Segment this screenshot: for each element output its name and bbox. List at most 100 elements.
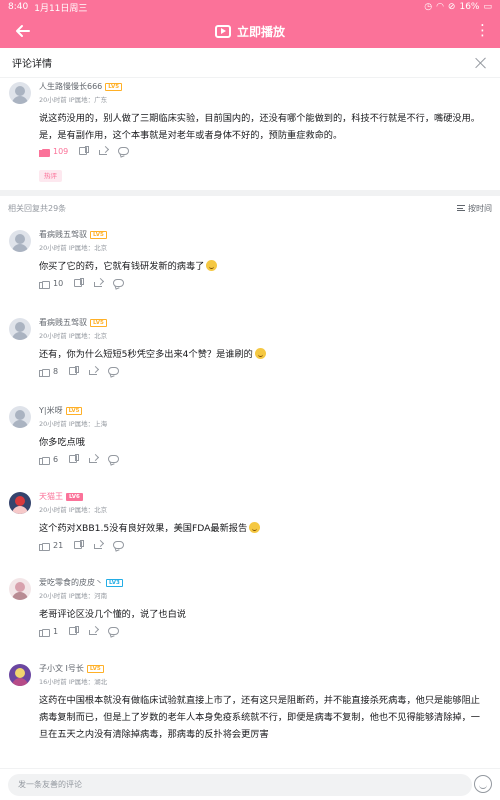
- main-comment-text: 说这药没用的，别人做了三期临床实验，目前国内的，还没有哪个能做到的，科技不行就是…: [39, 113, 480, 141]
- share-button[interactable]: [93, 278, 103, 288]
- replies-count: 相关回复共29条: [8, 203, 67, 213]
- reply-button[interactable]: [118, 146, 130, 156]
- avatar[interactable]: [9, 318, 31, 340]
- share-icon: [88, 454, 98, 464]
- comment-input[interactable]: 发一条友善的评论: [8, 774, 472, 796]
- dislike-button[interactable]: [73, 540, 85, 550]
- main-comment-actions: 109: [39, 146, 130, 157]
- avatar[interactable]: [9, 230, 31, 252]
- level-badge: LV5: [65, 406, 83, 415]
- reply-icon: [108, 626, 120, 636]
- like-button[interactable]: 6: [39, 454, 58, 465]
- level-badge: LV5: [86, 664, 104, 673]
- hot-comment-tag: 热评: [39, 170, 62, 182]
- main-comment: 人生路慢慢长666 LV5 20小时前 IP属地：广东 说这药没用的，别人做了三…: [0, 78, 500, 190]
- play-now-button[interactable]: 立即播放: [214, 23, 285, 40]
- reply-username[interactable]: Y|米呀 LV5: [39, 405, 83, 416]
- reply-text: 老哥评论区没几个懂的，说了也白说: [39, 609, 186, 620]
- reply-actions: 6: [39, 454, 120, 465]
- reply-meta: 20小时前 IP属地：北京: [39, 244, 108, 252]
- reply-item: Y|米呀 LV5 20小时前 IP属地：上海 你多吃点哦 6: [0, 402, 500, 474]
- avatar[interactable]: [9, 578, 31, 600]
- reply-text: 你多吃点哦: [39, 437, 85, 448]
- dislike-button[interactable]: [68, 366, 80, 376]
- wifi-icon: ◠: [436, 2, 444, 12]
- reply-text: 你买了它的药，它就有钱研发新的病毒了: [39, 258, 489, 275]
- top-bar: 立即播放 ⋮: [0, 14, 500, 48]
- reply-item: 看病贱五驾驭 LV5 20小时前 IP属地：北京 还有，你为什么短短5秒凭空多出来…: [0, 314, 500, 386]
- sort-button[interactable]: 按时间: [457, 203, 492, 214]
- more-menu-icon[interactable]: ⋮: [475, 21, 490, 39]
- share-icon: [98, 146, 108, 156]
- avatar[interactable]: [9, 406, 31, 428]
- battery-icon: ▭: [483, 2, 492, 12]
- dislike-button[interactable]: [73, 278, 85, 288]
- sort-icon: [457, 205, 465, 211]
- avatar[interactable]: [9, 492, 31, 514]
- reply-username[interactable]: 看病贱五驾驭 LV5: [39, 229, 107, 240]
- battery-percent: 16%: [459, 2, 480, 12]
- section-divider: [0, 190, 500, 196]
- reply-text: 这个药对XBB1.5没有良好效果，美国FDA最新报告: [39, 520, 489, 537]
- thumb-down-icon: [68, 626, 80, 636]
- avatar[interactable]: [9, 82, 31, 104]
- reply-button[interactable]: [108, 626, 120, 636]
- reply-meta: 20小时前 IP属地：上海: [39, 420, 108, 428]
- back-arrow-icon[interactable]: [12, 20, 34, 42]
- thumb-down-icon: [68, 454, 80, 464]
- reply-item: 爱吃零食的皮皮丶 LV3 20小时前 IP属地：河南 老哥评论区没几个懂的，说了也…: [0, 574, 500, 646]
- dislike-button[interactable]: [68, 454, 80, 464]
- reply-button[interactable]: [108, 366, 120, 376]
- reply-text: 还有，你为什么短短5秒凭空多出来4个赞？是谁刷的: [39, 346, 489, 363]
- comment-input-bar: 发一条友善的评论: [0, 768, 500, 800]
- reply-icon: [108, 454, 120, 464]
- reply-text: 这药在中国根本就没有做临床试验就直接上市了，还有这只是阻断药，并不能直接杀死病毒…: [39, 695, 480, 740]
- reply-button[interactable]: [113, 540, 125, 550]
- share-button[interactable]: [88, 366, 98, 376]
- reply-meta: 16小时前 IP属地：湖北: [39, 678, 108, 686]
- mute-icon: ⊘: [447, 2, 456, 12]
- emoji-icon: [249, 522, 261, 533]
- like-button[interactable]: 21: [39, 540, 63, 551]
- avatar[interactable]: [9, 664, 31, 686]
- reply-username[interactable]: 看病贱五驾驭 LV5: [39, 317, 107, 328]
- emoji-picker-icon[interactable]: [474, 775, 492, 793]
- thumb-up-icon: [39, 626, 50, 637]
- thumb-up-icon: [39, 278, 50, 289]
- share-button[interactable]: [88, 626, 98, 636]
- reply-icon: [108, 366, 120, 376]
- reply-meta: 20小时前 IP属地：北京: [39, 506, 108, 514]
- reply-actions: 21: [39, 540, 125, 551]
- share-button[interactable]: [98, 146, 108, 156]
- main-comment-username[interactable]: 人生路慢慢长666 LV5: [39, 81, 123, 92]
- thumb-up-icon: [39, 366, 50, 377]
- reply-meta: 20小时前 IP属地：河南: [39, 592, 108, 600]
- reply-username[interactable]: 爱吃零食的皮皮丶 LV3: [39, 577, 123, 588]
- like-button[interactable]: 1: [39, 626, 58, 637]
- reply-username[interactable]: 天猫王 LV6: [39, 491, 83, 502]
- close-icon[interactable]: [474, 56, 488, 70]
- reply-button[interactable]: [108, 454, 120, 464]
- thumb-up-icon: [39, 146, 50, 157]
- status-icons: ◷ ◠ ⊘ 16% ▭: [424, 2, 492, 12]
- share-button[interactable]: [93, 540, 103, 550]
- reply-icon: [113, 278, 125, 288]
- share-icon: [88, 366, 98, 376]
- reply-item: 子小文 I号长 LV5 16小时前 IP属地：湖北 这药在中国根本就没有做临床试验…: [0, 660, 500, 768]
- reply-button[interactable]: [113, 278, 125, 288]
- main-comment-meta: 20小时前 IP属地：广东: [39, 96, 108, 104]
- like-button[interactable]: 109: [39, 146, 68, 157]
- play-tv-icon: [214, 24, 231, 38]
- thumb-down-icon: [73, 540, 85, 550]
- like-button[interactable]: 10: [39, 278, 63, 289]
- reply-icon: [118, 146, 130, 156]
- alarm-icon: ◷: [424, 2, 433, 12]
- dislike-button[interactable]: [78, 146, 90, 156]
- status-time: 8:40: [8, 2, 29, 12]
- reply-item: 看病贱五驾驭 LV5 20小时前 IP属地：北京 你买了它的药，它就有钱研发新的病…: [0, 226, 500, 298]
- dislike-button[interactable]: [68, 626, 80, 636]
- like-button[interactable]: 8: [39, 366, 58, 377]
- status-bar: 8:40 1月11日周三 ◷ ◠ ⊘ 16% ▭: [0, 0, 500, 14]
- reply-username[interactable]: 子小文 I号长 LV5: [39, 663, 104, 674]
- share-button[interactable]: [88, 454, 98, 464]
